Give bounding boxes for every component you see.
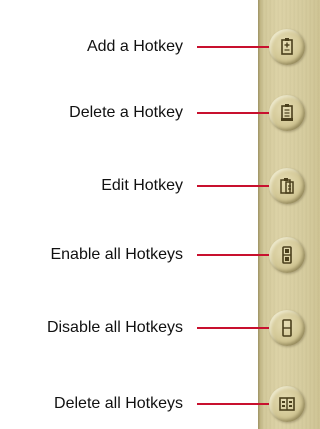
edit-hotkey-icon — [280, 178, 294, 194]
hotkey-toolbar-callout-diagram: Add a Hotkey Delete a Hotkey Edit Hotkey… — [0, 0, 320, 429]
delete-all-hotkeys-button[interactable] — [269, 386, 305, 422]
leader-line — [197, 112, 275, 114]
callout-enable-all-hotkeys: Enable all Hotkeys — [0, 237, 320, 273]
enable-all-hotkeys-label: Enable all Hotkeys — [50, 246, 183, 263]
callout-delete-hotkey: Delete a Hotkey — [0, 95, 320, 131]
leader-line — [197, 403, 275, 405]
delete-all-hotkeys-icon — [279, 397, 295, 411]
leader-line — [197, 185, 275, 187]
callout-disable-all-hotkeys: Disable all Hotkeys — [0, 310, 320, 346]
callout-add-hotkey: Add a Hotkey — [0, 29, 320, 65]
delete-hotkey-button[interactable] — [269, 95, 305, 131]
callout-delete-all-hotkeys: Delete all Hotkeys — [0, 386, 320, 422]
add-hotkey-button[interactable] — [269, 29, 305, 65]
disable-all-hotkeys-button[interactable] — [269, 310, 305, 346]
leader-line — [197, 46, 275, 48]
disable-all-hotkeys-label: Disable all Hotkeys — [46, 319, 183, 336]
edit-hotkey-label: Edit Hotkey — [101, 177, 183, 194]
enable-all-hotkeys-icon — [282, 246, 292, 264]
delete-all-hotkeys-label: Delete all Hotkeys — [54, 395, 183, 412]
delete-hotkey-icon — [281, 104, 293, 121]
leader-line — [197, 327, 275, 329]
delete-hotkey-label: Delete a Hotkey — [69, 104, 183, 121]
disable-all-hotkeys-icon — [282, 319, 292, 337]
callout-edit-hotkey: Edit Hotkey — [0, 168, 320, 204]
add-hotkey-icon — [281, 38, 293, 55]
enable-all-hotkeys-button[interactable] — [269, 237, 305, 273]
leader-line — [197, 254, 275, 256]
add-hotkey-label: Add a Hotkey — [86, 38, 183, 55]
toolbar-edge — [258, 0, 261, 429]
edit-hotkey-button[interactable] — [269, 168, 305, 204]
